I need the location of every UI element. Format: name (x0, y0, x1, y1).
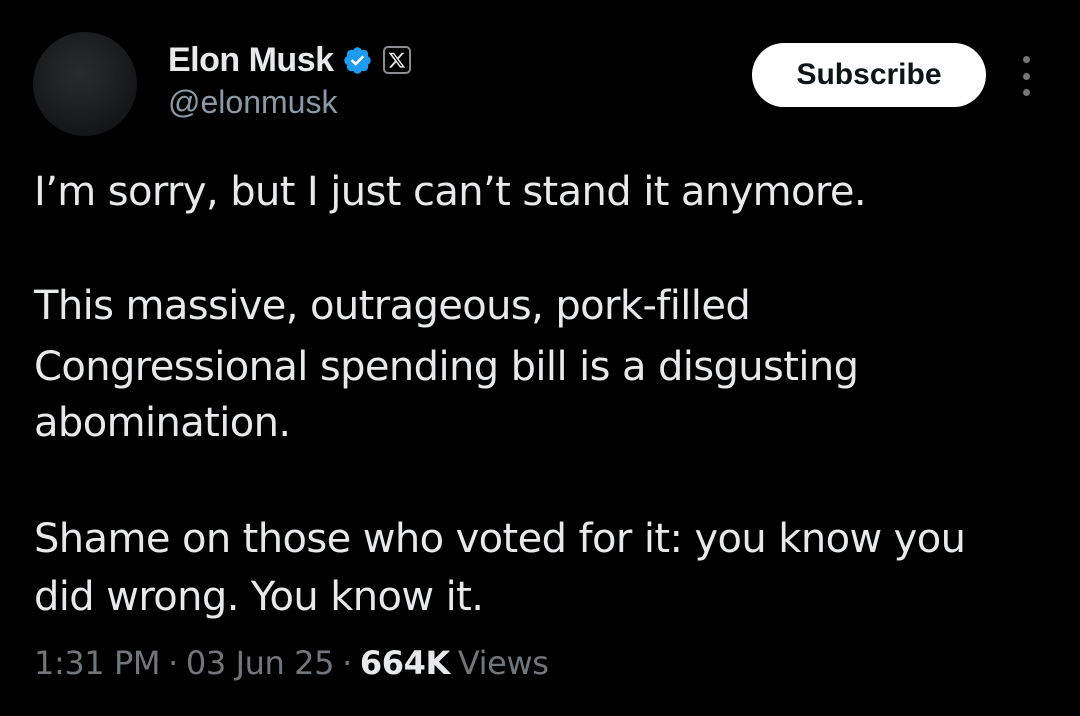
more-options-icon[interactable] (1014, 56, 1038, 96)
avatar[interactable] (33, 32, 137, 136)
author-name[interactable]: Elon Musk (168, 41, 334, 80)
tweet-text-line: This massive, outrageous, pork-filled (34, 283, 751, 329)
tweet-card: Elon Musk @elonmusk Subscribe I’m sorry,… (0, 0, 1080, 716)
verified-badge-icon (342, 45, 373, 76)
x-affiliate-badge-icon (382, 46, 411, 74)
author-name-row: Elon Musk (168, 40, 411, 80)
views-label: Views (457, 644, 549, 682)
tweet-text-line: abomination. (34, 400, 291, 446)
author-handle[interactable]: @elonmusk (168, 84, 337, 121)
tweet-text-line: Congressional spending bill is a disgust… (34, 344, 859, 390)
tweet-time[interactable]: 1:31 PM (34, 644, 161, 682)
tweet-text-line: Shame on those who voted for it: you kno… (34, 516, 966, 562)
tweet-text-line: did wrong. You know it. (34, 574, 484, 620)
tweet-date[interactable]: 03 Jun 25 (186, 644, 335, 682)
tweet-text-line: I’m sorry, but I just can’t stand it any… (34, 169, 867, 215)
meta-separator: · (168, 644, 178, 682)
views-count: 664K (359, 644, 450, 682)
meta-separator: · (342, 644, 352, 682)
tweet-meta: 1:31 PM · 03 Jun 25 · 664K Views (34, 640, 549, 686)
subscribe-button[interactable]: Subscribe (752, 43, 986, 107)
